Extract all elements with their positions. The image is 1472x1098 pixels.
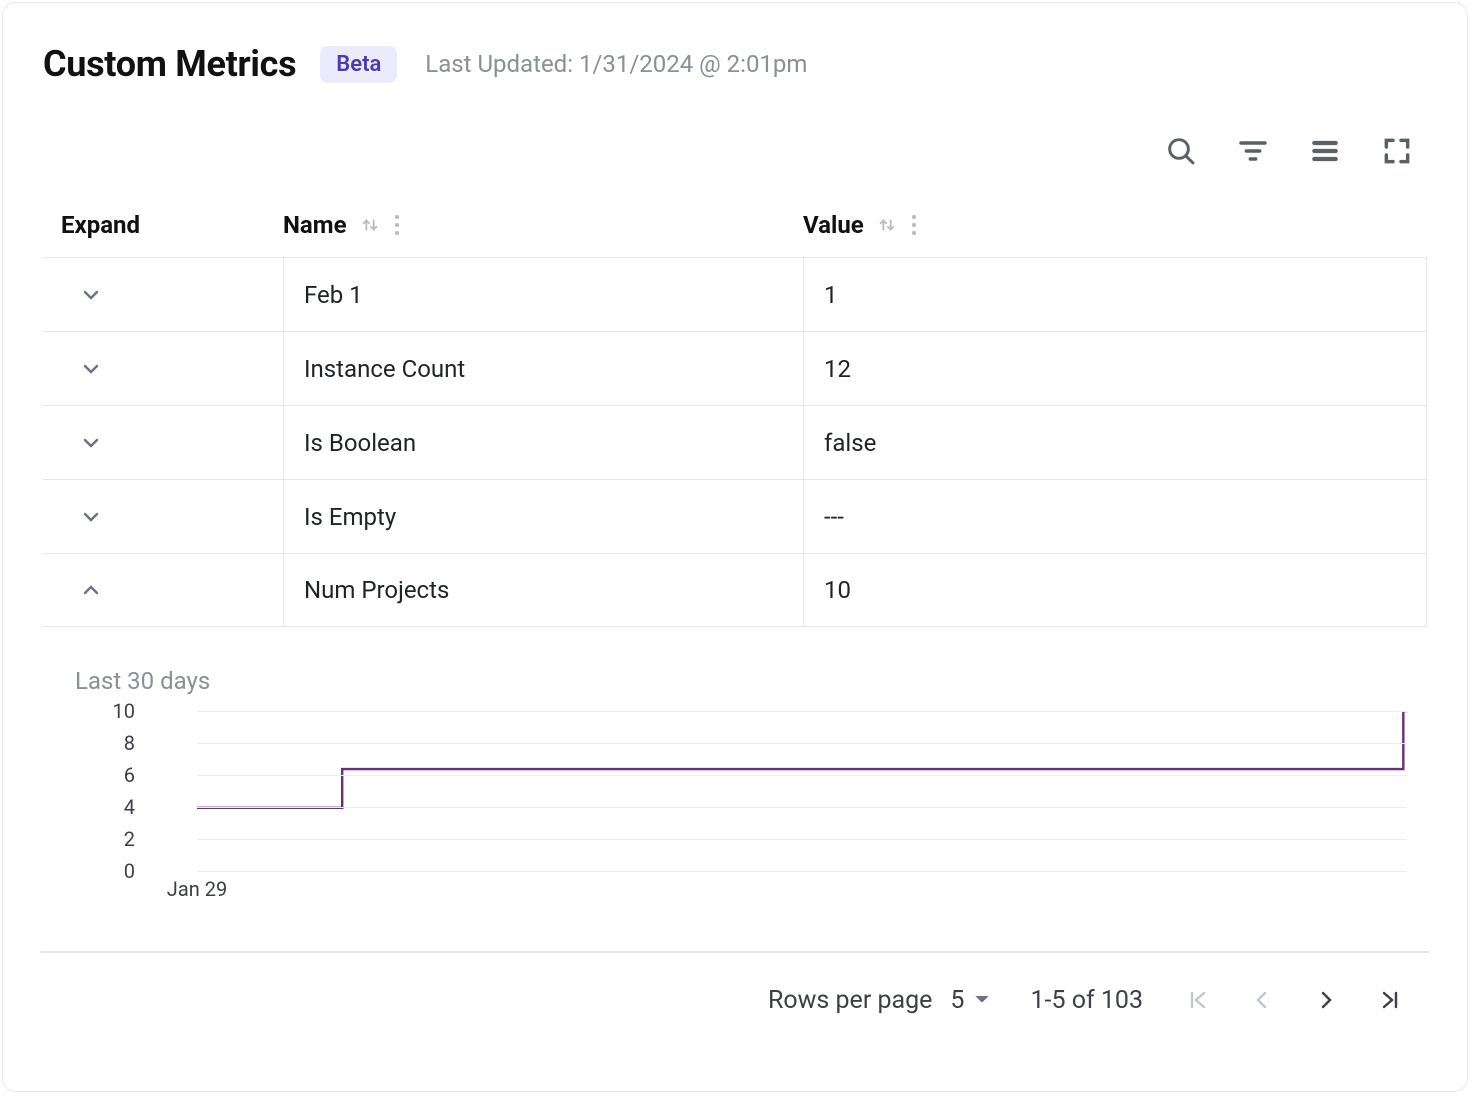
y-tick-label: 4	[124, 795, 135, 819]
cell-value: 10	[803, 554, 1427, 626]
table-row: Is Boolean false	[43, 405, 1427, 479]
table-row: Instance Count 12	[43, 331, 1427, 405]
table-row: Is Empty ---	[43, 479, 1427, 553]
rows-per-page: Rows per page 5	[768, 986, 991, 1015]
y-tick-label: 6	[124, 763, 135, 787]
chart: 0246810Jan 29	[143, 711, 1407, 871]
y-tick-label: 8	[124, 731, 135, 755]
pagination-bar: Rows per page 5 1-5 of 103	[41, 951, 1429, 1047]
filter-icon[interactable]	[1235, 133, 1271, 169]
cell-name: Is Boolean	[283, 406, 803, 479]
cell-value: 1	[803, 258, 1427, 331]
y-tick-label: 10	[113, 699, 135, 723]
prev-page-button[interactable]	[1247, 985, 1277, 1015]
column-label: Expand	[61, 211, 140, 239]
expand-toggle[interactable]	[77, 355, 105, 383]
page-range-label: 1-5 of 103	[1030, 986, 1143, 1015]
expand-toggle[interactable]	[77, 281, 105, 309]
next-page-button[interactable]	[1311, 985, 1341, 1015]
table-toolbar	[43, 133, 1427, 169]
fullscreen-icon[interactable]	[1379, 133, 1415, 169]
caret-down-icon	[974, 992, 990, 1008]
pager	[1183, 985, 1405, 1015]
last-page-button[interactable]	[1375, 985, 1405, 1015]
sort-icon[interactable]	[359, 214, 381, 236]
cell-value: false	[803, 406, 1427, 479]
header: Custom Metrics Beta Last Updated: 1/31/2…	[43, 43, 1427, 85]
column-label: Value	[803, 211, 864, 239]
cell-name: Is Empty	[283, 480, 803, 553]
metrics-table: Expand Name Value	[43, 197, 1427, 627]
beta-badge: Beta	[320, 46, 397, 83]
cell-value: ---	[803, 480, 1427, 553]
cell-name: Num Projects	[283, 554, 803, 626]
column-menu-icon[interactable]	[910, 214, 918, 236]
rows-per-page-select[interactable]: 5	[950, 986, 990, 1015]
y-tick-label: 2	[124, 827, 135, 851]
cell-name: Feb 1	[283, 258, 803, 331]
column-header-value[interactable]: Value	[803, 211, 1427, 239]
expand-toggle[interactable]	[77, 576, 105, 604]
search-icon[interactable]	[1163, 133, 1199, 169]
cell-name: Instance Count	[283, 332, 803, 405]
table-row: Feb 1 1	[43, 257, 1427, 331]
column-header-expand[interactable]: Expand	[43, 211, 283, 239]
column-label: Name	[283, 211, 347, 239]
table-body: Feb 1 1 Instance Count 12 Is Boolean fal…	[43, 257, 1427, 627]
expand-toggle[interactable]	[77, 503, 105, 531]
chart-title: Last 30 days	[75, 667, 1427, 695]
column-menu-icon[interactable]	[393, 214, 401, 236]
rows-per-page-label: Rows per page	[768, 986, 932, 1015]
first-page-button[interactable]	[1183, 985, 1213, 1015]
rows-per-page-value: 5	[950, 986, 964, 1015]
y-tick-label: 0	[124, 859, 135, 883]
column-header-name[interactable]: Name	[283, 211, 803, 239]
metrics-card: Custom Metrics Beta Last Updated: 1/31/2…	[2, 2, 1468, 1092]
x-tick-label: Jan 29	[167, 877, 227, 901]
density-icon[interactable]	[1307, 133, 1343, 169]
cell-value: 12	[803, 332, 1427, 405]
sort-icon[interactable]	[876, 214, 898, 236]
expand-toggle[interactable]	[77, 429, 105, 457]
table-row: Num Projects 10	[43, 553, 1427, 627]
table-header: Expand Name Value	[43, 197, 1427, 257]
last-updated-label: Last Updated: 1/31/2024 @ 2:01pm	[425, 50, 807, 78]
page-title: Custom Metrics	[43, 43, 296, 85]
